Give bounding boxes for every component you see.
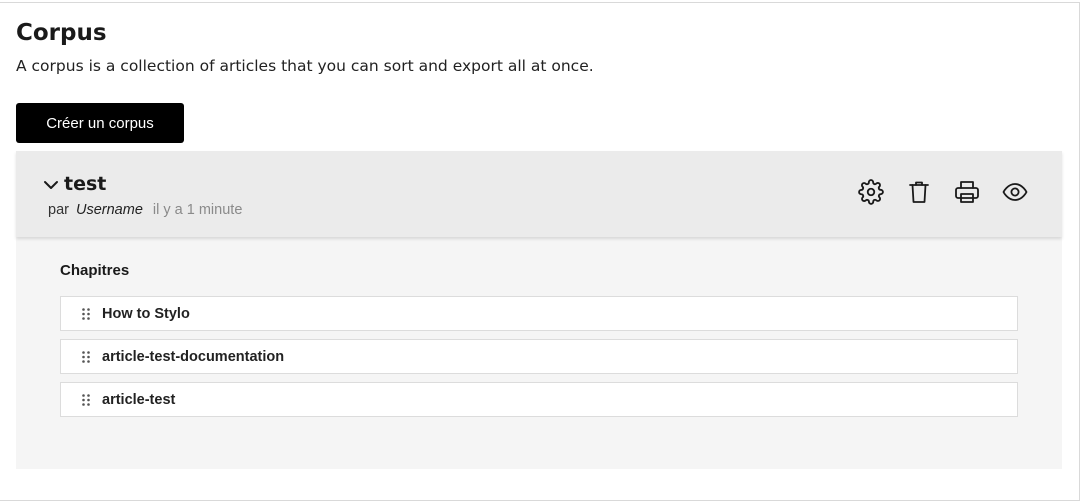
corpus-card: test par Username il y a 1 minute Chapit… <box>16 151 1062 469</box>
drag-handle-icon[interactable] <box>81 393 91 407</box>
printer-icon <box>954 180 980 208</box>
chapter-row[interactable]: article-test-documentation <box>60 339 1018 374</box>
drag-handle-icon[interactable] <box>81 307 91 321</box>
chapter-row[interactable]: article-test <box>60 382 1018 417</box>
chapter-label: article-test <box>102 391 176 408</box>
chapter-label: How to Stylo <box>102 305 190 322</box>
drag-handle-icon[interactable] <box>81 350 91 364</box>
updated-time: il y a 1 minute <box>152 202 243 218</box>
delete-button[interactable] <box>904 180 934 208</box>
trash-icon <box>907 179 931 209</box>
chapters-title: Chapitres <box>60 262 130 279</box>
by-label: par <box>48 202 69 218</box>
settings-button[interactable] <box>856 179 886 209</box>
chapter-row[interactable]: How to Stylo <box>60 296 1018 331</box>
corpus-name[interactable]: test <box>64 172 106 196</box>
page-description: A corpus is a collection of articles tha… <box>16 57 594 75</box>
gear-icon <box>858 179 884 209</box>
corpus-header: test par Username il y a 1 minute <box>16 151 1062 237</box>
chapter-label: article-test-documentation <box>102 348 285 365</box>
eye-icon <box>1002 181 1028 207</box>
corpus-meta: par Username il y a 1 minute <box>48 201 242 219</box>
create-corpus-button[interactable]: Créer un corpus <box>16 103 184 143</box>
preview-button[interactable] <box>1000 180 1030 208</box>
author-name: Username <box>76 202 143 218</box>
chevron-down-icon[interactable] <box>43 177 59 191</box>
page-title: Corpus <box>16 20 107 46</box>
print-button[interactable] <box>952 180 982 208</box>
